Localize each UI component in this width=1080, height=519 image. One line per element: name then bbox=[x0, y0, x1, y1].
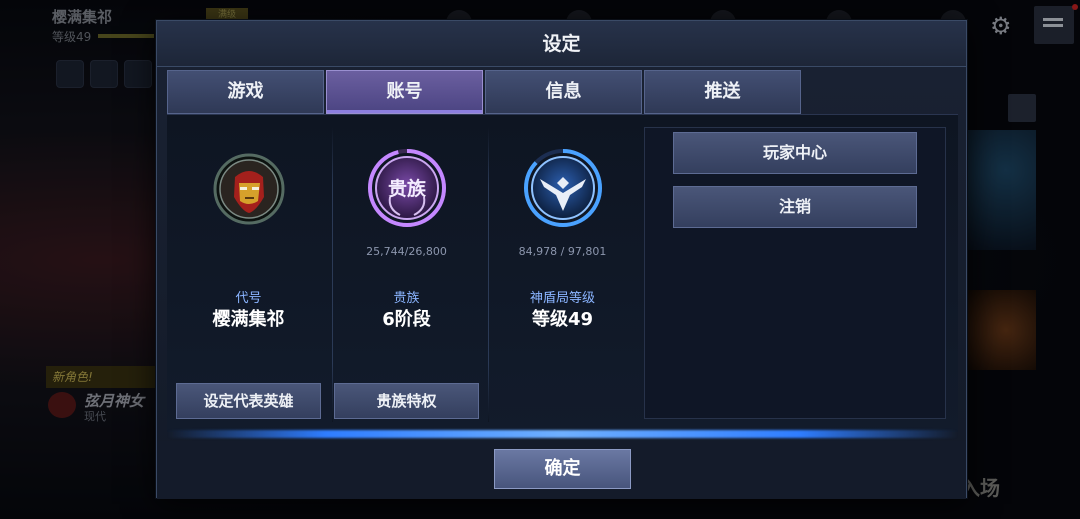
shield-level-label: 神盾局等级 bbox=[529, 291, 595, 306]
codename-value: 樱满集祁 bbox=[212, 309, 285, 330]
content-glow-line bbox=[167, 430, 958, 438]
account-actions-panel: 玩家中心 注销 bbox=[644, 127, 946, 419]
nobility-privileges-button[interactable]: 贵族特权 bbox=[334, 383, 479, 419]
confirm-button[interactable]: 确定 bbox=[494, 449, 631, 489]
nobility-label: 贵族 bbox=[393, 291, 420, 306]
codename-column: 代号 樱满集祁 设定代表英雄 bbox=[171, 127, 326, 427]
nobility-emblem-text: 贵族 bbox=[388, 177, 427, 200]
nobility-stage: 6阶段 bbox=[382, 309, 431, 330]
tab-push[interactable]: 推送 bbox=[644, 70, 801, 114]
tab-bar: 游戏 账号 信息 推送 bbox=[167, 70, 801, 114]
shield-level-value: 等级49 bbox=[531, 309, 594, 330]
tab-game[interactable]: 游戏 bbox=[167, 70, 324, 114]
player-center-button[interactable]: 玩家中心 bbox=[673, 132, 917, 174]
account-content: 代号 樱满集祁 设定代表英雄 贵族 25,744/26,800 贵族 6阶段 贵… bbox=[167, 114, 958, 438]
nobility-column: 贵族 25,744/26,800 贵族 6阶段 贵族特权 bbox=[329, 127, 484, 427]
modal-title: 设定 bbox=[542, 33, 581, 55]
nobility-emblem-icon: 贵族 bbox=[368, 149, 446, 227]
nobility-points: 25,744/26,800 bbox=[366, 245, 447, 258]
codename-label: 代号 bbox=[235, 291, 262, 306]
shield-level-column: 84,978 / 97,801 神盾局等级 等级49 bbox=[485, 127, 640, 427]
shield-eagle-emblem-icon bbox=[524, 149, 602, 227]
tab-info[interactable]: 信息 bbox=[485, 70, 642, 114]
logout-button[interactable]: 注销 bbox=[673, 186, 917, 228]
tab-account[interactable]: 账号 bbox=[326, 70, 483, 114]
set-representative-hero-button[interactable]: 设定代表英雄 bbox=[176, 383, 321, 419]
settings-modal: 设定 游戏 账号 信息 推送 代号 樱满集祁 设定代表英雄 贵族 25,744/… bbox=[156, 20, 967, 499]
modal-footer: 确定 bbox=[157, 441, 966, 499]
shield-exp: 84,978 / 97,801 bbox=[518, 245, 607, 258]
modal-header: 设定 bbox=[157, 21, 966, 67]
iron-man-portrait-icon[interactable] bbox=[208, 147, 290, 229]
